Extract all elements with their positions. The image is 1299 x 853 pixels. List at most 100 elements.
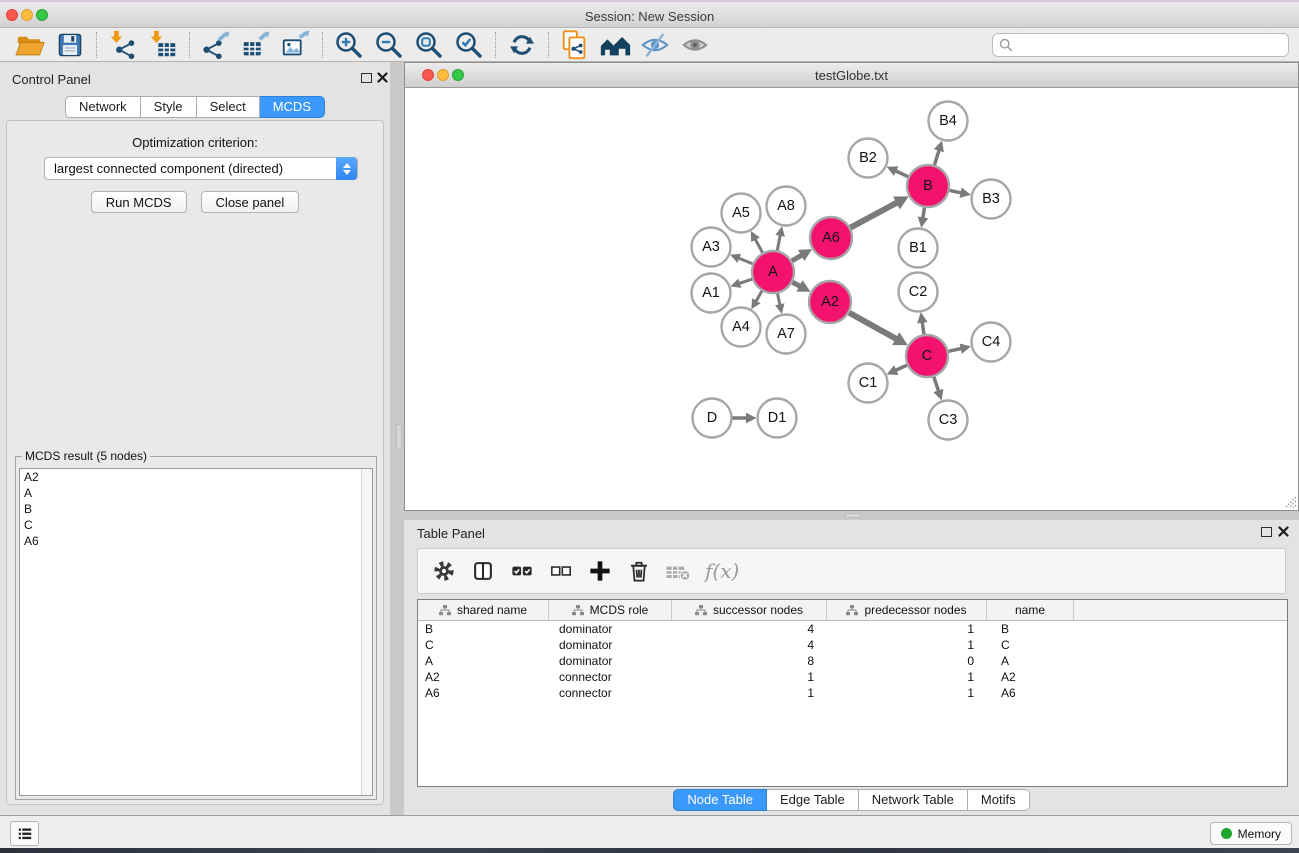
graph-edge-A-A5[interactable] [751,231,763,253]
memory-button[interactable]: Memory [1210,822,1292,845]
zoom-fit-button[interactable] [409,30,449,60]
close-panel-icon[interactable] [1278,526,1289,537]
save-session-button[interactable] [50,30,90,60]
network-window-titlebar[interactable]: testGlobe.txt [405,63,1298,88]
tab-network-table[interactable]: Network Table [859,789,968,811]
graph-node-C2[interactable]: C2 [899,273,938,312]
graph-node-A8[interactable]: A8 [767,187,806,226]
graph-edge-C-C4[interactable] [948,343,970,353]
export-table-button[interactable] [236,30,276,60]
column-settings-button[interactable] [428,554,460,588]
app-titlebar[interactable]: Session: New Session [0,2,1299,28]
graph-edge-A-A8[interactable] [775,226,785,250]
graph-node-C1[interactable]: C1 [849,364,888,403]
float-panel-icon[interactable] [361,73,372,83]
tab-select[interactable]: Select [197,96,260,118]
refresh-layout-button[interactable] [502,30,542,60]
network-graph[interactable]: B4B2BB3A8A5A6A3B1AA1C2A2A4A7C4CC1C3DD1 [405,88,1298,510]
run-mcds-button[interactable]: Run MCDS [91,191,187,213]
tab-network[interactable]: Network [65,96,141,118]
select-column-button[interactable] [467,554,499,588]
graph-edge-A-A6[interactable] [792,249,812,261]
deselect-all-button[interactable] [545,554,577,588]
graph-edge-B-B4[interactable] [934,141,944,165]
graph-edge-C-C3[interactable] [933,377,943,401]
mcds-result-item[interactable]: B [20,501,372,517]
column-header-predecessor-nodes[interactable]: predecessor nodes [827,600,987,620]
graph-node-D[interactable]: D [693,399,732,438]
graph-edge-A-A2[interactable] [792,280,810,292]
table-row[interactable]: Cdominator41C [418,637,1287,653]
column-header-successor-nodes[interactable]: successor nodes [672,600,827,620]
split-pane-grip-horizontal[interactable] [845,513,861,518]
tab-style[interactable]: Style [141,96,197,118]
tab-motifs[interactable]: Motifs [968,789,1030,811]
column-header-name[interactable]: name [987,600,1074,620]
graph-node-A4[interactable]: A4 [722,308,761,347]
tab-mcds[interactable]: MCDS [260,96,325,118]
graph-node-B[interactable]: B [907,165,949,207]
graph-edge-B-B1[interactable] [918,208,928,228]
import-table-button[interactable] [143,30,183,60]
select-all-button[interactable] [506,554,538,588]
first-neighbors-button[interactable] [595,30,635,60]
export-network-button[interactable] [196,30,236,60]
window-resize-grip[interactable] [1283,495,1297,509]
tab-node-table[interactable]: Node Table [673,789,767,811]
graph-node-A1[interactable]: A1 [692,274,731,313]
list-scrollbar[interactable] [361,469,372,795]
mcds-result-item[interactable]: C [20,517,372,533]
zoom-selected-button[interactable] [449,30,489,60]
graph-node-A[interactable]: A [752,251,794,293]
mcds-result-item[interactable]: A6 [20,533,372,549]
close-panel-button[interactable]: Close panel [201,191,300,213]
graph-edge-A-A4[interactable] [751,291,762,309]
graph-node-B4[interactable]: B4 [929,102,968,141]
table-row[interactable]: A6connector11A6 [418,685,1287,701]
graph-edge-C-C1[interactable] [887,365,907,375]
criterion-dropdown[interactable]: largest connected component (directed) [44,157,358,180]
split-pane-grip-vertical[interactable] [396,424,402,450]
graph-node-B1[interactable]: B1 [899,229,938,268]
graph-node-A5[interactable]: A5 [722,194,761,233]
mcds-result-item[interactable]: A2 [20,469,372,485]
add-row-button[interactable] [584,554,616,588]
column-header-shared-name[interactable]: shared name [418,600,549,620]
graph-edge-B-B3[interactable] [950,188,971,198]
table-row[interactable]: Adominator80A [418,653,1287,669]
graph-node-C3[interactable]: C3 [929,401,968,440]
graph-edge-A-A3[interactable] [730,254,753,264]
graph-node-B2[interactable]: B2 [849,139,888,178]
graph-node-A2[interactable]: A2 [809,281,851,323]
new-network-from-selection-button[interactable] [555,30,595,60]
show-all-button[interactable] [675,30,715,60]
graph-node-B3[interactable]: B3 [972,180,1011,219]
delete-row-button[interactable] [623,554,655,588]
zoom-in-button[interactable] [329,30,369,60]
hide-selection-button[interactable] [635,30,675,60]
show-panels-button[interactable] [10,821,39,846]
zoom-out-button[interactable] [369,30,409,60]
float-panel-icon[interactable] [1261,527,1272,537]
tab-edge-table[interactable]: Edge Table [767,789,859,811]
graph-node-A6[interactable]: A6 [810,217,852,259]
graph-node-A3[interactable]: A3 [692,228,731,267]
mcds-result-item[interactable]: A [20,485,372,501]
column-header-mcds-role[interactable]: MCDS role [549,600,672,620]
table-row[interactable]: A2connector11A2 [418,669,1287,685]
graph-edge-A2-C[interactable] [849,313,908,346]
open-session-button[interactable] [10,30,50,60]
graph-node-A7[interactable]: A7 [767,315,806,354]
graph-edge-C-C2[interactable] [917,312,927,334]
graph-node-C[interactable]: C [906,335,948,377]
search-input[interactable] [992,33,1289,57]
table-row[interactable]: Bdominator41B [418,621,1287,637]
graph-edge-B-B2[interactable] [887,166,908,176]
graph-edge-D-D1[interactable] [733,413,757,424]
export-image-button[interactable] [276,30,316,60]
graph-edge-A-A1[interactable] [730,279,752,288]
graph-edge-A6-B[interactable] [850,196,908,227]
graph-node-C4[interactable]: C4 [972,323,1011,362]
import-network-button[interactable] [103,30,143,60]
graph-edge-A-A7[interactable] [775,294,785,314]
